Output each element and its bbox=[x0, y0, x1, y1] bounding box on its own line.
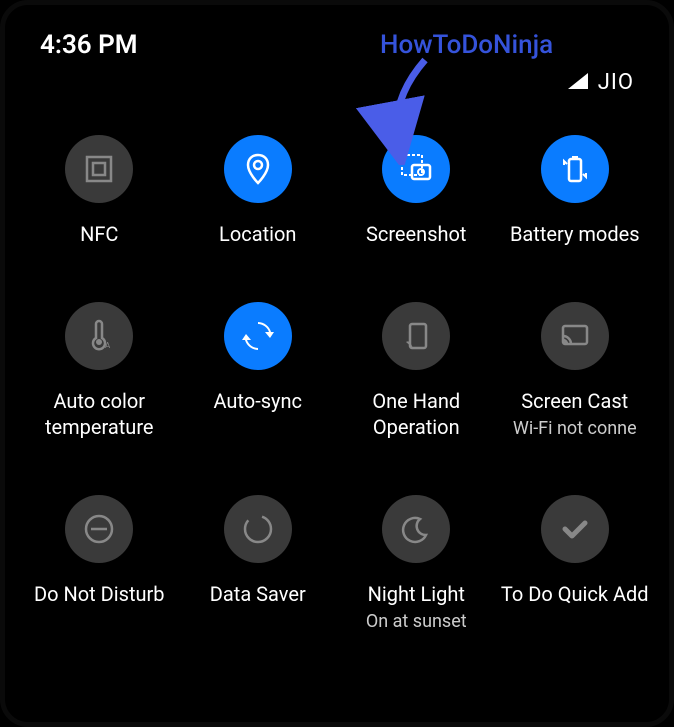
tile-label: Auto-sync bbox=[213, 388, 302, 414]
tile-label: NFC bbox=[80, 221, 118, 247]
moon-icon bbox=[382, 495, 450, 563]
tile-do-not-disturb[interactable]: Do Not Disturb bbox=[20, 495, 179, 633]
tile-label: Night LightOn at sunset bbox=[366, 581, 467, 633]
tile-location[interactable]: Location bbox=[179, 135, 338, 247]
tile-label: Data Saver bbox=[210, 581, 306, 607]
nfc-icon bbox=[65, 135, 133, 203]
tile-label: Do Not Disturb bbox=[34, 581, 165, 607]
signal-icon bbox=[566, 71, 590, 95]
network-row: JIO bbox=[0, 70, 674, 115]
tile-label: Auto color temperature bbox=[20, 388, 179, 440]
todo-icon bbox=[541, 495, 609, 563]
tile-auto-sync[interactable]: Auto-sync bbox=[179, 302, 338, 440]
tile-todo-quick-add[interactable]: To Do Quick Add bbox=[496, 495, 655, 633]
status-bar: 4:36 PM bbox=[0, 0, 674, 70]
tile-screen-cast[interactable]: Screen CastWi-Fi not conne bbox=[496, 302, 655, 440]
svg-text:A: A bbox=[105, 341, 111, 350]
tile-battery-modes[interactable]: Battery modes bbox=[496, 135, 655, 247]
location-icon bbox=[224, 135, 292, 203]
tile-label: To Do Quick Add bbox=[501, 581, 649, 607]
cast-icon bbox=[541, 302, 609, 370]
thermometer-icon: A bbox=[65, 302, 133, 370]
tile-label: One Hand Operation bbox=[337, 388, 496, 440]
tile-label: Location bbox=[219, 221, 296, 247]
sync-icon bbox=[224, 302, 292, 370]
tile-one-hand-operation[interactable]: One Hand Operation bbox=[337, 302, 496, 440]
tile-auto-color-temperature[interactable]: A Auto color temperature bbox=[20, 302, 179, 440]
tile-nfc[interactable]: NFC bbox=[20, 135, 179, 247]
watermark-text: HowToDoNinja bbox=[380, 30, 553, 60]
tile-label: Screen CastWi-Fi not conne bbox=[513, 388, 637, 440]
datasaver-icon bbox=[224, 495, 292, 563]
quick-settings-grid: NFC Location Screenshot Battery modes A … bbox=[0, 115, 674, 634]
status-time: 4:36 PM bbox=[40, 30, 138, 60]
battery-icon bbox=[541, 135, 609, 203]
carrier-label: JIO bbox=[598, 70, 634, 95]
onehand-icon bbox=[382, 302, 450, 370]
screenshot-icon bbox=[382, 135, 450, 203]
dnd-icon bbox=[65, 495, 133, 563]
tile-screenshot[interactable]: Screenshot bbox=[337, 135, 496, 247]
tile-data-saver[interactable]: Data Saver bbox=[179, 495, 338, 633]
tile-label: Screenshot bbox=[366, 221, 466, 247]
tile-night-light[interactable]: Night LightOn at sunset bbox=[337, 495, 496, 633]
tile-label: Battery modes bbox=[510, 221, 640, 247]
